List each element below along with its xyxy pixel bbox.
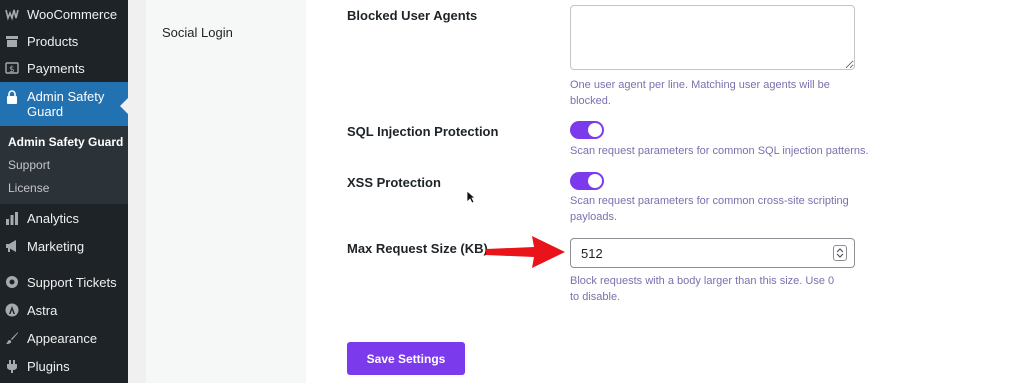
blocked-user-agents-description: One user agent per line. Matching user a… — [570, 79, 830, 107]
save-settings-button[interactable]: Save Settings — [347, 342, 465, 375]
nav-item-social-login[interactable]: Social Login — [162, 25, 233, 40]
sidebar-item-support-tickets[interactable]: Support Tickets — [0, 268, 128, 296]
submenu-item-support[interactable]: Support — [8, 158, 50, 172]
blocked-user-agents-label: Blocked User Agents — [347, 8, 478, 23]
lock-icon — [5, 90, 19, 104]
active-indicator-arrow — [120, 98, 128, 114]
sidebar-item-label: Appearance — [27, 330, 98, 346]
payments-icon: $ — [5, 61, 19, 75]
submenu-item-admin-safety-guard[interactable]: Admin Safety Guard — [8, 135, 123, 149]
analytics-icon — [5, 211, 19, 225]
xss-protection-label: XSS Protection — [347, 175, 441, 190]
sidebar-item-woocommerce[interactable]: WooCommerce — [0, 0, 128, 28]
sidebar-item-label: Admin Safety Guard — [27, 89, 105, 119]
submenu-item-license[interactable]: License — [8, 181, 49, 195]
sidebar-item-marketing[interactable]: Marketing — [0, 232, 128, 260]
settings-nav: Social Login — [146, 0, 306, 383]
svg-text:$: $ — [9, 65, 15, 75]
sidebar-item-label: Plugins — [27, 358, 70, 374]
annotation-arrow-icon — [486, 236, 565, 268]
sidebar-item-label: Payments — [27, 60, 85, 76]
sidebar-item-label: Analytics — [27, 210, 80, 226]
sidebar-item-astra[interactable]: Astra — [0, 296, 128, 324]
blocked-user-agents-textarea[interactable] — [570, 5, 855, 70]
sidebar-item-analytics[interactable]: Analytics — [0, 204, 128, 232]
sql-injection-toggle[interactable] — [570, 121, 604, 139]
woocommerce-icon — [5, 7, 19, 21]
sidebar-item-appearance[interactable]: Appearance — [0, 324, 128, 352]
submenu: Admin Safety Guard Support License — [0, 126, 128, 204]
plugin-icon — [5, 359, 19, 373]
sidebar-item-payments[interactable]: $ Payments — [0, 54, 128, 82]
sql-injection-description: Scan request parameters for common SQL i… — [570, 145, 869, 157]
max-request-size-label: Max Request Size (KB) — [347, 241, 488, 256]
max-request-size-description: Block requests with a body larger than t… — [570, 275, 835, 303]
sql-injection-label: SQL Injection Protection — [347, 124, 499, 139]
number-spinner-icon[interactable] — [833, 245, 847, 261]
toggle-knob — [588, 123, 602, 137]
sidebar-item-admin-safety-guard[interactable]: Admin Safety Guard — [0, 82, 128, 126]
astra-icon — [5, 303, 19, 317]
sidebar-item-label: Products — [27, 33, 79, 49]
sidebar-item-label: Marketing — [27, 238, 85, 254]
megaphone-icon — [5, 239, 19, 253]
sidebar-item-label: Astra — [27, 302, 58, 318]
xss-protection-toggle[interactable] — [570, 172, 604, 190]
sidebar-item-plugins[interactable]: Plugins — [0, 352, 128, 380]
paintbrush-icon — [5, 331, 19, 345]
max-request-size-input[interactable] — [570, 238, 855, 268]
settings-content: Blocked User Agents One user agent per l… — [306, 0, 1024, 383]
xss-protection-description: Scan request parameters for common cross… — [570, 195, 849, 223]
support-icon — [5, 275, 19, 289]
toggle-knob — [588, 174, 602, 188]
sidebar-item-products[interactable]: Products — [0, 27, 128, 55]
products-icon — [5, 34, 19, 48]
admin-sidebar: WooCommerce Products $ Payments Admin Sa… — [0, 0, 128, 383]
mouse-cursor-icon — [466, 190, 476, 204]
sidebar-item-label: Support Tickets — [27, 274, 117, 290]
sidebar-item-label: WooCommerce — [27, 6, 118, 22]
